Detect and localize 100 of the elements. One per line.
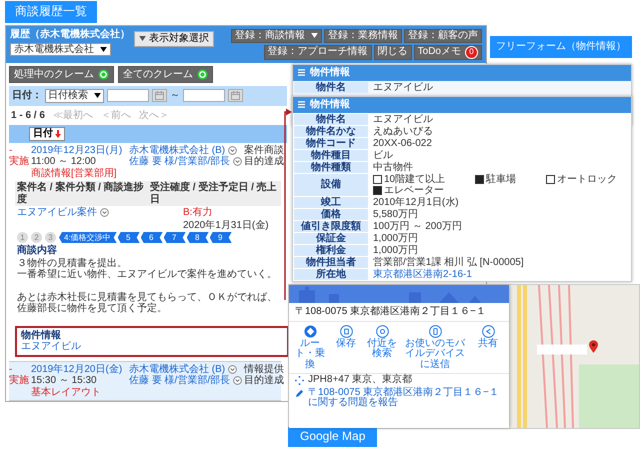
field-value: 1,000万円 (372, 232, 420, 244)
share-icon (482, 324, 494, 338)
field-label: 物件名かな (294, 126, 368, 136)
place-action-button[interactable]: 付近を検索 (365, 324, 399, 370)
field-label: 物件種目 (294, 150, 368, 160)
project-link[interactable]: エヌアイビル案件 (17, 207, 97, 218)
field-label: 権利金 (294, 244, 368, 256)
field-value: 20XX-06-022 (372, 138, 433, 148)
order-probability: B:有力 (183, 207, 214, 218)
company-link[interactable]: 赤木電機株式会社 (B) (129, 364, 226, 375)
claim-filter-button[interactable]: 処理中のクレーム (9, 66, 114, 83)
claim-filter-button[interactable]: 全てのクレーム (118, 66, 213, 83)
facility-option: 駐車場 (475, 174, 516, 184)
activity-category: 案件商談 (244, 144, 284, 156)
field-value: 2010年12月1日(水) (372, 196, 460, 208)
progress-step: 6 (140, 232, 163, 243)
sort-date-button[interactable]: 日付 (29, 127, 65, 140)
caret-icon (94, 93, 101, 98)
progress-step: 1 (17, 232, 28, 243)
field-label: 値引き限度額 (294, 220, 368, 232)
facility-option: オートロック (546, 174, 618, 184)
nearby-icon (376, 324, 388, 338)
field-value: ビル (372, 150, 394, 160)
plus-code-icon (295, 376, 304, 385)
progress-step: 8 (186, 232, 209, 243)
progress-step: 9 (210, 232, 232, 243)
field-value: エヌアイビル (372, 114, 434, 124)
register-button[interactable]: 登録：業務情報 (324, 29, 402, 42)
progress-step: 2 (31, 232, 42, 243)
status-text: 実施 (9, 375, 29, 386)
caret-icon (100, 46, 107, 52)
layout-name: 基本レイアウト (31, 386, 102, 398)
register-button[interactable]: 登録：アプローチ情報 (264, 44, 372, 60)
date-label: 日付： (12, 90, 42, 102)
pencil-icon (295, 388, 304, 398)
contact-link[interactable]: 佐藤 要 様/営業部/部長 (129, 375, 230, 386)
display-target-button[interactable]: 表示対象選択 (134, 31, 214, 46)
place-action-button[interactable]: 共有 (471, 324, 505, 370)
todo-memo-button[interactable]: ToDoメモ 0 (414, 44, 482, 60)
facility-option: 10階建て以上 (373, 174, 446, 184)
place-address: 〒108-0075 東京都港区港南２丁目１６−１ (289, 303, 509, 322)
circle-arrow-icon[interactable] (100, 208, 109, 218)
status-mark: - (9, 144, 14, 156)
address-link[interactable]: 東京都港区港南2-16-1 (373, 268, 472, 280)
progress-step: 3 (45, 232, 56, 243)
place-action-button[interactable]: お使いのモバイルデバイスに送信 (401, 324, 469, 370)
place-action-button[interactable]: ルート・乗換 (293, 324, 327, 370)
report-link[interactable]: 〒108-0075 東京都港区港南２丁目１６−１に関する問題を報告 (308, 388, 503, 408)
status-circle-icon (98, 68, 109, 80)
date-from-field[interactable] (107, 89, 149, 102)
field-value: 5,580万円 (372, 208, 420, 220)
close-button[interactable]: 閉じる (374, 44, 412, 60)
field-value: えぬあいびる (372, 126, 434, 136)
calendar-icon (155, 91, 164, 100)
status-text: 実施 (9, 156, 29, 168)
record-time: 15:30 ～ 15:30 (31, 375, 98, 386)
field-value: エヌアイビル (372, 82, 434, 92)
plus-code: JPH8+47 東京、東京都 (308, 375, 412, 386)
phone-icon (428, 324, 442, 338)
map-pin-icon (589, 340, 598, 353)
record-date-link[interactable]: 2019年12月23日(月) (31, 144, 127, 156)
circle-arrow-icon[interactable] (228, 364, 238, 374)
menu-icon (298, 101, 305, 108)
circle-arrow-icon[interactable] (233, 376, 242, 386)
panel-title: 物件情報 (310, 67, 350, 78)
calendar-icon (231, 91, 240, 100)
activity-category: 情報提供 (244, 364, 284, 374)
attachment-link[interactable]: エヌアイビル (21, 341, 283, 352)
date-to-field[interactable] (183, 89, 225, 102)
result-range: 1 - 6 / 6 (11, 110, 45, 121)
memo-line: 佐藤部長に物件を見て頂く予定。 (17, 303, 168, 314)
record-date-link[interactable]: 2019年12月20日(金) (31, 364, 127, 375)
field-label: 物件コード (294, 138, 368, 148)
circle-arrow-icon[interactable] (228, 146, 238, 155)
progress-step: 7 (164, 232, 186, 243)
google-map-label: Google Map (288, 427, 378, 447)
company-select[interactable]: 赤木電機株式会社 (10, 42, 111, 56)
layout-name: 商談情報[営業部用] (31, 168, 118, 179)
contact-link[interactable]: 佐藤 要 様/営業部/部長 (129, 156, 230, 168)
sort-down-icon (55, 130, 61, 138)
field-value: 中古物件 (372, 162, 414, 172)
order-date: 2020年1月31日(金) (183, 220, 270, 231)
place-action-button[interactable]: 保存 (329, 324, 363, 370)
field-label: 物件名 (294, 114, 368, 124)
register-button[interactable]: 登録：商談情報 (231, 29, 322, 42)
register-button[interactable]: 登録：顧客の声 (404, 29, 482, 42)
progress-step: 4:価格交渉中 (59, 232, 117, 243)
company-link[interactable]: 赤木電機株式会社 (B) (129, 144, 226, 156)
circle-arrow-icon[interactable] (233, 157, 242, 166)
count-badge: 0 (465, 46, 478, 58)
activity-result: 目的達成 (244, 375, 284, 386)
progress-step: 5 (118, 232, 140, 243)
caret-icon (139, 36, 146, 42)
record-time: 11:00 ～ 12:00 (31, 156, 97, 168)
memo-line: ３物件の見積書を提出。 (17, 258, 128, 268)
memo-line: 一番希望に近い物件、エヌアイビルで案件を進めていく。 (17, 269, 278, 280)
field-label: 価格 (294, 208, 368, 220)
attachment-title: 物件情報 (21, 330, 62, 341)
status-circle-icon (197, 68, 208, 80)
date-mode-select[interactable]: 日付検索 (45, 89, 104, 102)
